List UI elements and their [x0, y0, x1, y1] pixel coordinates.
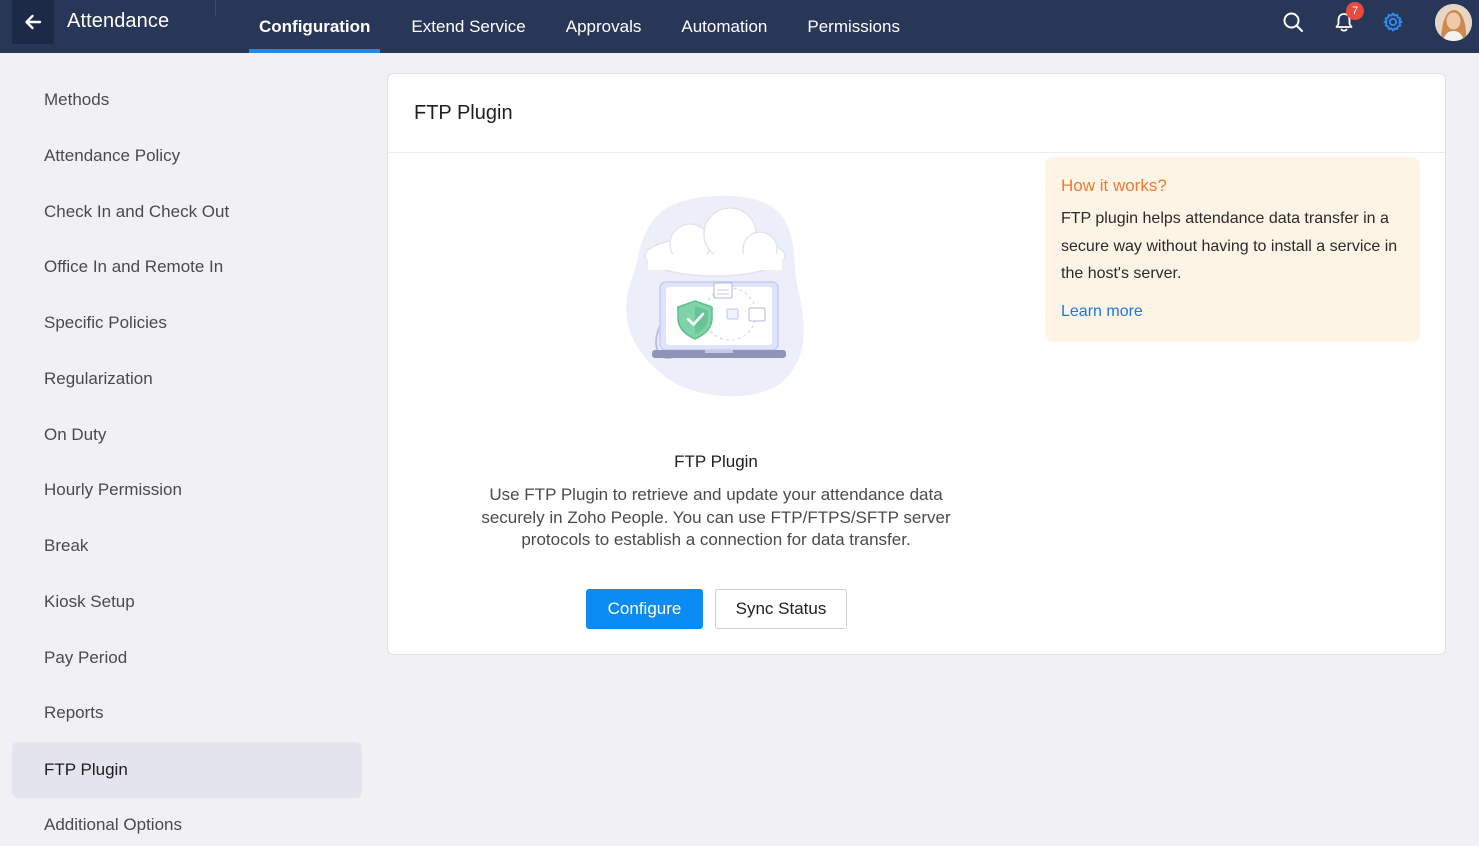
user-photo-icon: [1435, 4, 1472, 41]
settings-button[interactable]: [1381, 10, 1405, 34]
tab-approvals[interactable]: Approvals: [546, 0, 662, 53]
sidebar-item-specific-policies[interactable]: Specific Policies: [12, 295, 362, 351]
learn-more-link[interactable]: Learn more: [1061, 303, 1143, 321]
plugin-description: Use FTP Plugin to retrieve and update yo…: [481, 485, 951, 549]
arrow-left-icon: [25, 14, 42, 30]
main-nav: Configuration Extend Service Approvals A…: [249, 0, 920, 53]
sidebar-item-pay-period[interactable]: Pay Period: [12, 630, 362, 686]
how-it-works-panel: How it works? FTP plugin helps attendanc…: [1045, 157, 1420, 342]
info-title: How it works?: [1061, 176, 1167, 195]
sidebar: Methods Attendance Policy Check In and C…: [0, 53, 375, 846]
cloud-laptop-shield-icon: [626, 195, 804, 397]
sidebar-item-hourly-permission[interactable]: Hourly Permission: [12, 462, 362, 518]
sidebar-item-regularization[interactable]: Regularization: [12, 351, 362, 407]
sidebar-item-methods[interactable]: Methods: [12, 72, 362, 128]
sidebar-item-ftp-plugin[interactable]: FTP Plugin: [12, 742, 362, 798]
sync-status-button[interactable]: Sync Status: [715, 589, 847, 629]
sidebar-item-attendance-policy[interactable]: Attendance Policy: [12, 128, 362, 184]
sidebar-item-on-duty[interactable]: On Duty: [12, 407, 362, 463]
page-title: FTP Plugin: [414, 102, 513, 124]
search-icon: [1283, 12, 1303, 32]
info-text: FTP plugin helps attendance data transfe…: [1061, 210, 1398, 282]
back-button[interactable]: [12, 0, 54, 44]
ftp-illustration: [620, 194, 810, 399]
ftp-plugin-card: FTP Plugin FTP Plugin Use FTP Plugin to …: [387, 73, 1446, 655]
search-button[interactable]: [1281, 10, 1305, 34]
tab-permissions[interactable]: Permissions: [787, 0, 920, 53]
sidebar-item-check-in-check-out[interactable]: Check In and Check Out: [12, 184, 362, 240]
configure-button[interactable]: Configure: [586, 589, 703, 629]
tab-configuration[interactable]: Configuration: [249, 0, 381, 53]
card-header: FTP Plugin: [388, 74, 1445, 153]
top-navigation-bar: Attendance Configuration Extend Service …: [0, 0, 1479, 53]
notification-badge: 7: [1346, 2, 1364, 20]
sidebar-item-break[interactable]: Break: [12, 518, 362, 574]
sidebar-item-kiosk-setup[interactable]: Kiosk Setup: [12, 574, 362, 630]
tab-extend-service[interactable]: Extend Service: [391, 0, 545, 53]
sidebar-item-office-in-remote-in[interactable]: Office In and Remote In: [12, 239, 362, 295]
app-title: Attendance: [67, 10, 170, 32]
avatar[interactable]: [1435, 4, 1472, 41]
sidebar-item-additional-options[interactable]: Additional Options: [12, 797, 362, 846]
plugin-title: FTP Plugin: [674, 452, 758, 471]
title-divider: [215, 0, 216, 16]
tab-automation[interactable]: Automation: [661, 0, 787, 53]
sidebar-item-reports[interactable]: Reports: [12, 685, 362, 741]
gear-icon: [1383, 12, 1403, 32]
